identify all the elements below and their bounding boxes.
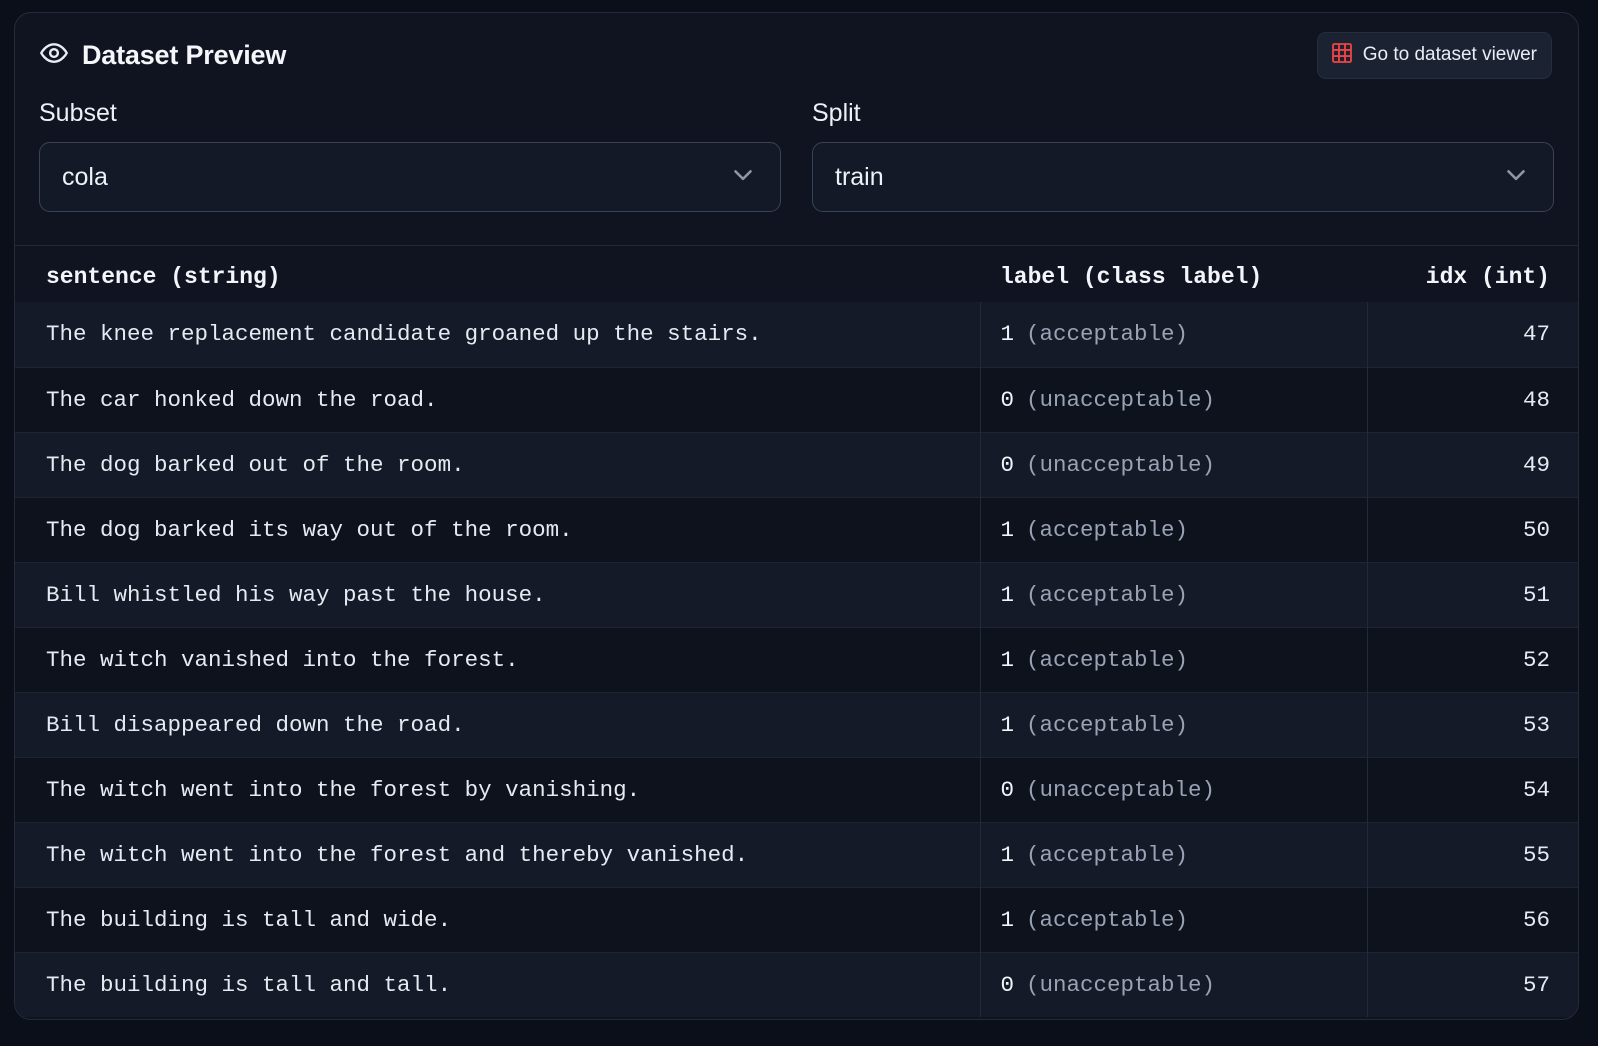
label-value: 0 (1001, 387, 1015, 413)
cell-idx: 57 (1367, 952, 1578, 1017)
label-value: 0 (1001, 452, 1015, 478)
split-select-group: Split train (812, 99, 1554, 212)
table-row[interactable]: The dog barked its way out of the room.1… (15, 497, 1578, 562)
label-value: 1 (1001, 517, 1015, 543)
grid-table-icon (1331, 42, 1353, 69)
label-value: 1 (1001, 321, 1015, 347)
cell-label: 0 (unacceptable) (980, 757, 1367, 822)
label-value: 1 (1001, 907, 1015, 933)
column-header-idx[interactable]: idx (int) (1367, 246, 1578, 302)
split-label: Split (812, 99, 1554, 128)
chevron-down-icon (1501, 160, 1531, 195)
label-class-name: (unacceptable) (1026, 452, 1215, 478)
table-row[interactable]: The witch vanished into the forest. 1 (acc… (15, 627, 1578, 692)
table-row[interactable]: The dog barked out of the room. 0 (unaccep… (15, 432, 1578, 497)
table-row[interactable]: Bill whistled his way past the house. 1 (a… (15, 562, 1578, 627)
cell-label: 1 (acceptable) (980, 302, 1367, 367)
cell-label: 1 (acceptable) (980, 692, 1367, 757)
label-value: 1 (1001, 582, 1015, 608)
table-row[interactable]: The witch went into the forest and there… (15, 822, 1578, 887)
cell-sentence: The building is tall and tall. (15, 952, 980, 1017)
card-header: Dataset Preview Go to dataset viewer (15, 13, 1578, 97)
label-class-name: (acceptable) (1026, 712, 1188, 738)
label-class-name: (acceptable) (1026, 517, 1188, 543)
subset-label: Subset (39, 99, 781, 128)
cell-idx: 55 (1367, 822, 1578, 887)
cell-idx: 53 (1367, 692, 1578, 757)
cell-idx: 54 (1367, 757, 1578, 822)
cell-idx: 51 (1367, 562, 1578, 627)
label-value: 1 (1001, 712, 1015, 738)
label-class-name: (acceptable) (1026, 842, 1188, 868)
cell-sentence: The witch went into the forest by vanish… (15, 757, 980, 822)
chevron-down-icon (728, 160, 758, 195)
subset-select-value: cola (62, 163, 108, 192)
split-select[interactable]: train (812, 142, 1554, 212)
label-value: 1 (1001, 647, 1015, 673)
cell-sentence: The witch vanished into the forest. (15, 627, 980, 692)
cell-label: 1 (acceptable) (980, 822, 1367, 887)
cell-label: 0 (unacceptable) (980, 367, 1367, 432)
cell-label: 1 (acceptable) (980, 887, 1367, 952)
label-class-name: (acceptable) (1026, 321, 1188, 347)
cell-sentence: The knee replacement candidate groaned u… (15, 302, 980, 367)
cell-sentence: The car honked down the road. (15, 367, 980, 432)
table-row[interactable]: Bill disappeared down the road. 1 (accepta… (15, 692, 1578, 757)
cell-sentence: The witch went into the forest and there… (15, 822, 980, 887)
label-class-name: (unacceptable) (1026, 777, 1215, 803)
go-to-dataset-viewer-button[interactable]: Go to dataset viewer (1317, 32, 1552, 79)
cell-sentence: Bill whistled his way past the house. (15, 562, 980, 627)
dataset-preview-table-wrapper: sentence (string) label (class label) id… (15, 245, 1578, 1017)
card-header-left: Dataset Preview (39, 38, 286, 73)
label-class-name: (acceptable) (1026, 582, 1188, 608)
cell-label: 1 (acceptable) (980, 497, 1367, 562)
cell-idx: 49 (1367, 432, 1578, 497)
split-select-value: train (835, 163, 884, 192)
table-row[interactable]: The building is tall and tall. 0 (unaccept… (15, 952, 1578, 1017)
dataset-preview-card: Dataset Preview Go to dataset viewer Sub… (14, 12, 1579, 1020)
cell-label: 0 (unacceptable) (980, 432, 1367, 497)
go-to-dataset-viewer-label: Go to dataset viewer (1363, 44, 1537, 66)
cell-idx: 48 (1367, 367, 1578, 432)
label-value: 0 (1001, 972, 1015, 998)
eye-icon (39, 38, 69, 73)
table-row[interactable]: The knee replacement candidate groaned u… (15, 302, 1578, 367)
cell-label: 0 (unacceptable) (980, 952, 1367, 1017)
cell-sentence: The building is tall and wide. (15, 887, 980, 952)
label-class-name: (unacceptable) (1026, 972, 1215, 998)
column-header-sentence[interactable]: sentence (string) (15, 246, 980, 302)
table-header: sentence (string) label (class label) id… (15, 246, 1578, 302)
label-class-name: (acceptable) (1026, 907, 1188, 933)
table-row[interactable]: The car honked down the road. 0 (unaccepta… (15, 367, 1578, 432)
cell-sentence: Bill disappeared down the road. (15, 692, 980, 757)
cell-label: 1 (acceptable) (980, 562, 1367, 627)
selector-row: Subset cola Split train (15, 99, 1578, 212)
table-header-row: sentence (string) label (class label) id… (15, 246, 1578, 302)
cell-idx: 47 (1367, 302, 1578, 367)
cell-idx: 56 (1367, 887, 1578, 952)
cell-idx: 52 (1367, 627, 1578, 692)
subset-select[interactable]: cola (39, 142, 781, 212)
label-class-name: (unacceptable) (1026, 387, 1215, 413)
cell-label: 1 (acceptable) (980, 627, 1367, 692)
cell-sentence: The dog barked its way out of the room. (15, 497, 980, 562)
subset-select-group: Subset cola (39, 99, 781, 212)
table-row[interactable]: The building is tall and wide. 1 (acceptab… (15, 887, 1578, 952)
page-title: Dataset Preview (82, 40, 286, 71)
table-body: The knee replacement candidate groaned u… (15, 302, 1578, 1017)
dataset-preview-table: sentence (string) label (class label) id… (15, 246, 1578, 1017)
label-value: 0 (1001, 777, 1015, 803)
cell-sentence: The dog barked out of the room. (15, 432, 980, 497)
cell-idx: 50 (1367, 497, 1578, 562)
label-value: 1 (1001, 842, 1015, 868)
table-row[interactable]: The witch went into the forest by vanish… (15, 757, 1578, 822)
label-class-name: (acceptable) (1026, 647, 1188, 673)
column-header-label[interactable]: label (class label) (980, 246, 1367, 302)
